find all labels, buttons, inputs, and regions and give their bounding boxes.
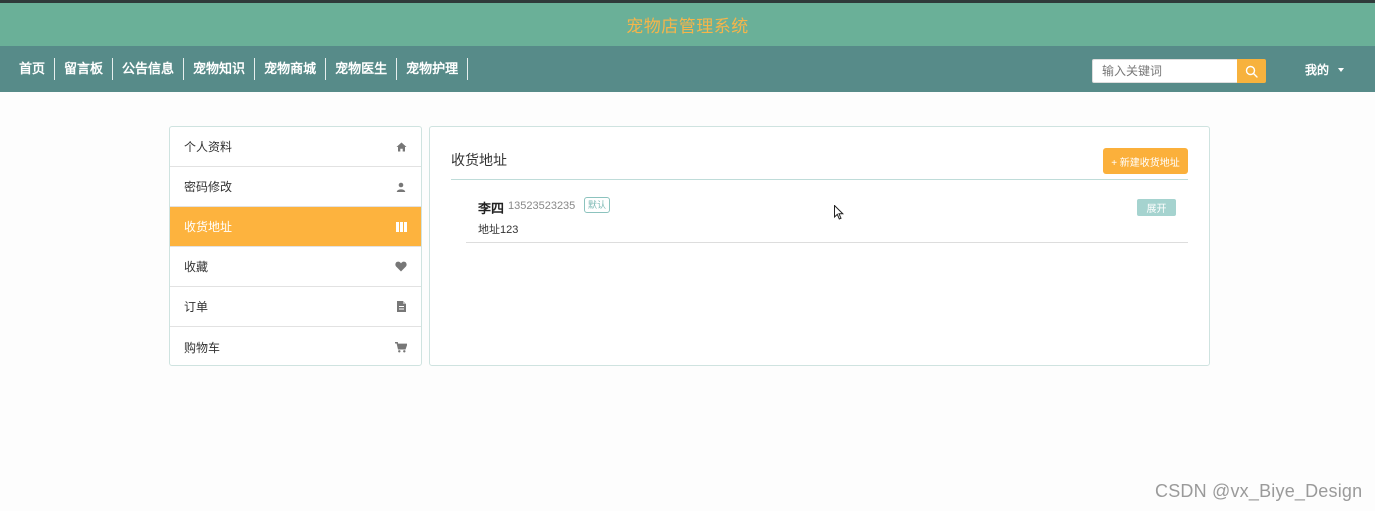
cart-icon <box>395 341 407 353</box>
search-button[interactable] <box>1237 59 1266 83</box>
nav-item-pet-doctor[interactable]: 宠物医生 <box>326 58 398 80</box>
sidebar-item-label: 密码修改 <box>184 180 233 194</box>
sidebar-item-label: 收货地址 <box>184 220 233 234</box>
search-icon <box>1245 65 1258 78</box>
address-recipient-name: 李四 <box>478 201 505 216</box>
user-menu-label: 我的 <box>1305 63 1330 77</box>
heart-icon <box>395 261 407 273</box>
columns-icon <box>395 221 407 233</box>
divider <box>451 179 1188 180</box>
nav-bar: 首页 留言板 公告信息 宠物知识 宠物商城 宠物医生 宠物护理 我的 <box>0 46 1375 92</box>
address-text: 地址123 <box>478 224 519 236</box>
user-icon <box>395 181 407 193</box>
nav-item-home[interactable]: 首页 <box>10 58 56 80</box>
sidebar-item-profile[interactable]: 个人资料 <box>170 127 421 167</box>
home-icon <box>395 141 407 153</box>
page-title: 收货地址 <box>451 152 507 168</box>
nav-list: 首页 留言板 公告信息 宠物知识 宠物商城 宠物医生 宠物护理 <box>10 58 469 80</box>
sidebar-item-cart[interactable]: 购物车 <box>170 327 421 365</box>
sidebar-item-favorites[interactable]: 收藏 <box>170 247 421 287</box>
default-badge: 默认 <box>584 197 611 213</box>
new-address-button[interactable]: + 新建收货地址 <box>1103 148 1188 174</box>
app-title: 宠物店管理系统 <box>626 17 749 36</box>
nav-item-message-board[interactable]: 留言板 <box>55 58 114 80</box>
sidebar-item-label: 购物车 <box>184 340 221 355</box>
sidebar: 个人资料 密码修改 收货地址 收藏 订单 购物车 <box>169 126 422 366</box>
expand-button[interactable]: 展开 <box>1137 199 1176 216</box>
title-bar: 宠物店管理系统 <box>0 3 1375 46</box>
sidebar-item-address[interactable]: 收货地址 <box>170 207 421 247</box>
mouse-cursor-icon <box>834 205 844 220</box>
user-menu[interactable]: 我的 <box>1305 61 1345 79</box>
nav-item-pet-knowledge[interactable]: 宠物知识 <box>184 58 256 80</box>
sidebar-item-orders[interactable]: 订单 <box>170 287 421 327</box>
watermark: CSDN @vx_Biye_Design <box>1155 481 1363 501</box>
sidebar-item-label: 订单 <box>184 300 209 314</box>
search-input[interactable] <box>1092 59 1238 83</box>
address-list-item: 李四 13523523235 默认 展开 地址123 <box>466 181 1188 243</box>
sidebar-item-label: 个人资料 <box>184 140 233 154</box>
sidebar-item-label: 收藏 <box>184 260 209 274</box>
nav-item-pet-care[interactable]: 宠物护理 <box>397 58 469 80</box>
nav-item-pet-shop[interactable]: 宠物商城 <box>255 58 327 80</box>
caret-down-icon <box>1338 68 1345 72</box>
address-panel: 收货地址 + 新建收货地址 李四 13523523235 默认 展开 地址123 <box>429 126 1210 366</box>
sidebar-item-password[interactable]: 密码修改 <box>170 167 421 207</box>
address-phone: 13523523235 <box>508 200 576 212</box>
nav-item-announcements[interactable]: 公告信息 <box>113 58 185 80</box>
file-icon <box>395 301 407 313</box>
